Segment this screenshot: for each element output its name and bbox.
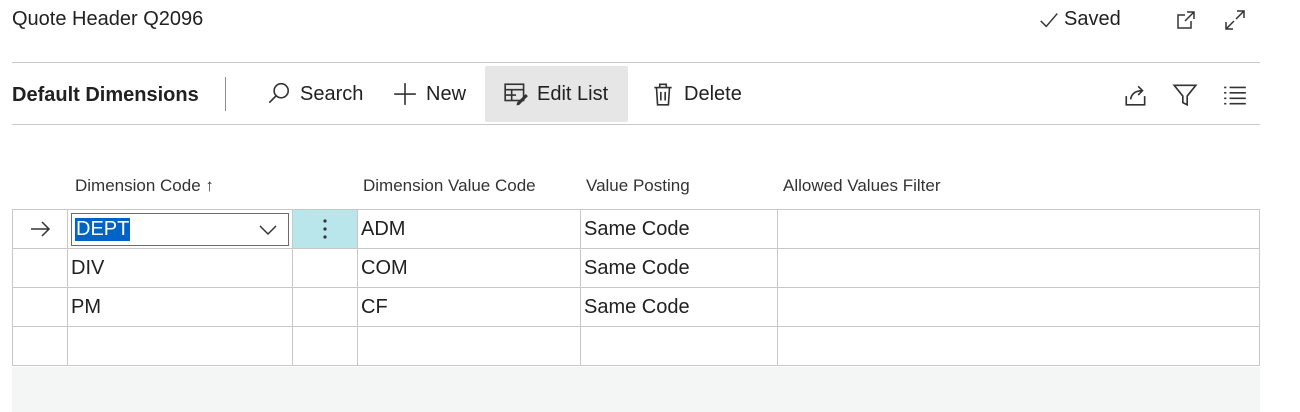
search-label: Search — [300, 82, 364, 105]
search-button[interactable]: Search — [262, 66, 367, 122]
dimension-code-cell[interactable]: PM — [67, 287, 293, 327]
saved-label: Saved — [1064, 8, 1121, 30]
dimension-value-code-cell[interactable]: COM — [357, 248, 581, 288]
row-indicator — [12, 287, 68, 327]
column-header-label: Dimension Code — [75, 176, 201, 195]
value-posting-cell[interactable]: Same Code — [580, 248, 778, 288]
table-row[interactable]: DIV COM Same Code — [12, 248, 1260, 288]
expand-icon[interactable] — [1222, 7, 1248, 33]
title-bar: Quote Header Q2096 Saved — [0, 0, 1300, 40]
allowed-values-filter-cell[interactable] — [777, 248, 1260, 288]
share-icon[interactable] — [1121, 80, 1151, 110]
allowed-values-filter-cell[interactable] — [777, 209, 1260, 249]
delete-button[interactable]: Delete — [646, 66, 746, 122]
dimension-code-cell[interactable]: DEPT — [67, 209, 293, 249]
dimension-value-code-cell[interactable]: ADM — [357, 209, 581, 249]
arrow-right-icon — [31, 221, 51, 237]
dimension-value-code-cell[interactable]: CF — [357, 287, 581, 327]
chevron-down-icon[interactable] — [258, 222, 278, 238]
column-header-value-posting[interactable]: Value Posting — [586, 176, 690, 196]
list-view-icon[interactable] — [1220, 80, 1250, 110]
search-icon — [268, 82, 290, 104]
plus-icon — [394, 83, 416, 105]
table-row[interactable] — [12, 326, 1260, 366]
edit-list-button[interactable]: Edit List — [485, 66, 628, 122]
edit-list-icon — [504, 83, 528, 106]
edit-list-label: Edit List — [537, 82, 609, 105]
value-posting-cell[interactable] — [580, 326, 778, 366]
row-actions-cell[interactable] — [292, 248, 358, 288]
dimension-code-cell[interactable] — [67, 326, 293, 366]
action-bar: Default Dimensions Search New Edit List … — [0, 64, 1300, 124]
new-button[interactable]: New — [388, 66, 470, 122]
table-row[interactable]: DEPT ADM Same Code — [12, 209, 1260, 249]
action-separator — [225, 77, 226, 111]
column-header-allowed-values-filter[interactable]: Allowed Values Filter — [783, 176, 940, 196]
section-title: Default Dimensions — [12, 84, 199, 106]
checkmark-icon — [1040, 12, 1058, 27]
dimensions-grid: DEPT ADM Same Code DIV COM Same Code PM … — [12, 209, 1260, 366]
allowed-values-filter-cell[interactable] — [777, 287, 1260, 327]
dimension-code-input[interactable]: DEPT — [71, 212, 289, 246]
column-header-dimension-code[interactable]: Dimension Code ↑ — [75, 176, 214, 196]
trash-icon — [654, 83, 672, 106]
row-actions-cell[interactable] — [292, 326, 358, 366]
row-actions-cell[interactable] — [292, 209, 358, 249]
page-title: Quote Header Q2096 — [12, 8, 204, 30]
row-indicator — [12, 326, 68, 366]
filter-icon[interactable] — [1170, 80, 1200, 110]
column-header-dimension-value-code[interactable]: Dimension Value Code — [363, 176, 536, 196]
dimension-code-cell[interactable]: DIV — [67, 248, 293, 288]
more-vertical-icon[interactable] — [322, 217, 328, 241]
new-label: New — [426, 82, 467, 105]
row-indicator — [12, 209, 68, 249]
saved-status: Saved — [1038, 8, 1121, 31]
dimension-value-code-cell[interactable] — [357, 326, 581, 366]
sort-ascending-icon: ↑ — [205, 176, 214, 195]
dimension-code-value: DEPT — [75, 217, 131, 241]
allowed-values-filter-cell[interactable] — [777, 326, 1260, 366]
value-posting-cell[interactable]: Same Code — [580, 287, 778, 327]
grid-footer-area — [12, 367, 1260, 412]
row-indicator — [12, 248, 68, 288]
value-posting-cell[interactable]: Same Code — [580, 209, 778, 249]
table-row[interactable]: PM CF Same Code — [12, 287, 1260, 327]
top-divider — [12, 62, 1260, 63]
open-new-window-icon[interactable] — [1173, 7, 1199, 33]
delete-label: Delete — [684, 82, 742, 105]
actionbar-divider — [12, 124, 1260, 125]
row-actions-cell[interactable] — [292, 287, 358, 327]
